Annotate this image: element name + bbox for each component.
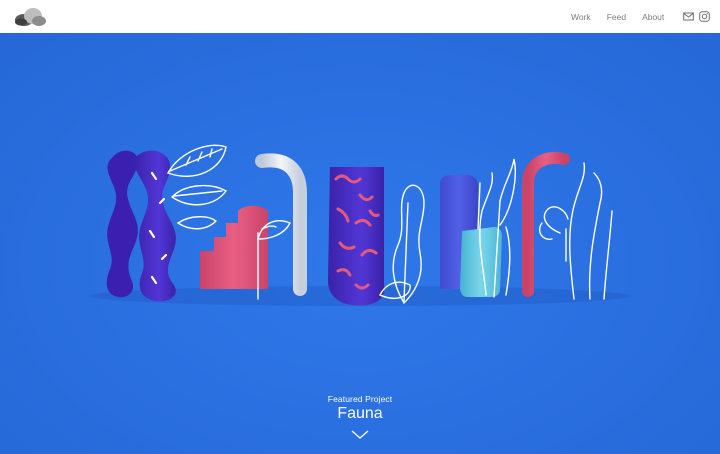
chevron-down-icon[interactable] [351, 430, 369, 440]
nav-feed-link[interactable]: Feed [607, 12, 626, 22]
mail-icon[interactable] [683, 11, 694, 22]
social-links [683, 11, 710, 22]
main-nav: Work Feed About [571, 0, 680, 33]
hero-section: Featured Project Fauna [0, 33, 720, 454]
nav-work-link[interactable]: Work [571, 12, 591, 22]
top-navigation-bar: Work Feed About [0, 0, 720, 33]
nav-about-link[interactable]: About [642, 12, 664, 22]
instagram-icon[interactable] [699, 11, 710, 22]
project-title[interactable]: Fauna [0, 405, 720, 423]
fauna-3d-lettering[interactable] [0, 33, 720, 454]
page: Work Feed About Featured Project Fauna [0, 0, 720, 454]
featured-label: Featured Project [327, 394, 393, 404]
rock-cluster-logo-icon[interactable] [13, 6, 47, 26]
